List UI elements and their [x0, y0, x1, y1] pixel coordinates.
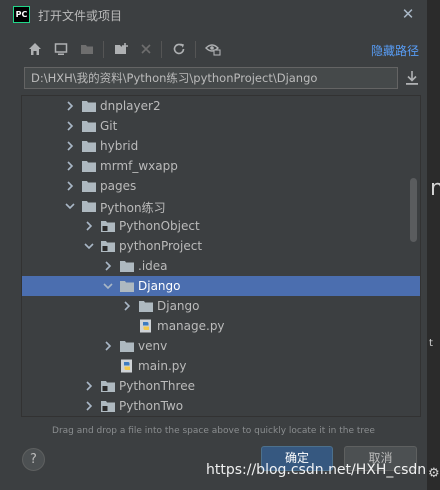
- tree-row[interactable]: mrmf_wxapp: [22, 156, 420, 176]
- chevron-right-icon[interactable]: [82, 219, 96, 233]
- new-folder-button[interactable]: [110, 38, 132, 60]
- gear-icon: ⚙: [428, 466, 440, 481]
- tree-row[interactable]: pythonProject: [22, 236, 420, 256]
- project-folder-icon: [81, 45, 93, 54]
- title-bar: PC 打开文件或项目 ✕: [0, 0, 427, 30]
- refresh-icon: [173, 43, 185, 55]
- dialog-title: 打开文件或项目: [38, 9, 123, 23]
- project-folder-icon: [100, 379, 116, 393]
- tree-row[interactable]: Python练习: [22, 196, 420, 216]
- tree-item-label: Python练习: [100, 201, 166, 215]
- tree-row[interactable]: .idea: [22, 256, 420, 276]
- tree-row[interactable]: hybrid: [22, 136, 420, 156]
- refresh-button[interactable]: [168, 38, 190, 60]
- tree-item-label: venv: [138, 339, 168, 353]
- toolbar-separator: [103, 41, 104, 58]
- tree-item-label: Django: [138, 279, 181, 293]
- chevron-right-icon[interactable]: [120, 299, 134, 313]
- folder-icon: [81, 159, 97, 173]
- project-folder-icon: [100, 239, 116, 253]
- chevron-down-icon[interactable]: [63, 199, 77, 213]
- tree-item-label: PythonObject: [119, 219, 200, 233]
- chevron-right-icon[interactable]: [82, 399, 96, 413]
- tree-item-label: dnplayer2: [100, 99, 161, 113]
- folder-icon: [119, 339, 135, 353]
- chevron-right-icon[interactable]: [63, 139, 77, 153]
- tree-item-label: manage.py: [157, 319, 225, 333]
- pycharm-logo-icon: PC: [13, 6, 30, 23]
- chevron-down-icon[interactable]: [101, 279, 115, 293]
- open-file-dialog: PC 打开文件或项目 ✕ 隐藏路径 dnplayer2: [0, 0, 427, 490]
- chevron-right-icon[interactable]: [101, 339, 115, 353]
- tree-item-label: PythonThree: [119, 379, 195, 393]
- help-button[interactable]: ?: [22, 448, 45, 471]
- python-file-icon: [138, 319, 154, 333]
- toolbar-separator: [195, 41, 196, 58]
- background-editor-strip: n t ⚙: [427, 0, 440, 490]
- new-folder-icon: [114, 43, 128, 54]
- desktop-button[interactable]: [50, 38, 72, 60]
- tree-row[interactable]: Django: [22, 296, 420, 316]
- tree-item-label: pages: [100, 179, 137, 193]
- folder-icon: [81, 119, 97, 133]
- python-file-icon: [119, 359, 135, 373]
- desktop-icon: [54, 43, 68, 55]
- tree-item-label: hybrid: [100, 139, 139, 153]
- delete-icon: [141, 44, 151, 54]
- chevron-right-icon[interactable]: [82, 379, 96, 393]
- tree-row[interactable]: Git: [22, 116, 420, 136]
- tree-item-label: mrmf_wxapp: [100, 159, 178, 173]
- tree-row[interactable]: dnplayer2: [22, 96, 420, 116]
- drag-drop-hint: Drag and drop a file into the space abov…: [52, 426, 375, 436]
- hide-path-link[interactable]: 隐藏路径: [371, 42, 419, 59]
- delete-button[interactable]: [135, 38, 157, 60]
- tree-row[interactable]: manage.py: [22, 316, 420, 336]
- tree-item-label: PythonTwo: [119, 399, 184, 413]
- watermark: https://blog.csdn.net/HXH_csdn: [206, 462, 427, 478]
- tree-item-label: main.py: [138, 359, 187, 373]
- tree-item-label: pythonProject: [119, 239, 203, 253]
- folder-icon: [81, 99, 97, 113]
- chevron-right-icon[interactable]: [63, 119, 77, 133]
- download-icon: [406, 71, 418, 85]
- toolbar: [0, 38, 427, 62]
- project-folder-button[interactable]: [76, 38, 98, 60]
- folder-icon: [81, 199, 97, 213]
- toolbar-separator: [161, 41, 162, 58]
- show-hidden-button[interactable]: [202, 38, 224, 60]
- file-tree[interactable]: dnplayer2 Git hybrid mrmf_wxapppages Python练…: [21, 95, 421, 417]
- folder-icon: [81, 139, 97, 153]
- project-folder-icon: [100, 399, 116, 413]
- tree-row[interactable]: pages: [22, 176, 420, 196]
- home-button[interactable]: [24, 38, 46, 60]
- project-folder-icon: [100, 219, 116, 233]
- background-glyph: t: [429, 338, 433, 349]
- tree-item-label: .idea: [138, 259, 168, 273]
- path-input[interactable]: [24, 67, 398, 89]
- tree-row[interactable]: main.py: [22, 356, 420, 376]
- folder-icon: [81, 179, 97, 193]
- chevron-down-icon[interactable]: [82, 239, 96, 253]
- download-button[interactable]: [404, 69, 420, 87]
- background-glyph: n: [430, 176, 440, 201]
- close-button[interactable]: ✕: [398, 4, 418, 24]
- chevron-right-icon[interactable]: [63, 99, 77, 113]
- chevron-right-icon[interactable]: [63, 159, 77, 173]
- tree-row[interactable]: Django: [22, 276, 420, 296]
- folder-icon: [119, 279, 135, 293]
- folder-icon: [138, 299, 154, 313]
- tree-row[interactable]: PythonThree: [22, 376, 420, 396]
- tree-item-label: Django: [157, 299, 200, 313]
- home-icon: [29, 43, 41, 55]
- tree-row[interactable]: PythonTwo: [22, 396, 420, 416]
- tree-scrollbar[interactable]: [410, 178, 417, 242]
- show-hidden-icon: [205, 44, 221, 56]
- chevron-right-icon[interactable]: [63, 179, 77, 193]
- tree-row[interactable]: venv: [22, 336, 420, 356]
- chevron-right-icon[interactable]: [101, 259, 115, 273]
- folder-icon: [119, 259, 135, 273]
- tree-item-label: Git: [100, 119, 118, 133]
- tree-row[interactable]: PythonObject: [22, 216, 420, 236]
